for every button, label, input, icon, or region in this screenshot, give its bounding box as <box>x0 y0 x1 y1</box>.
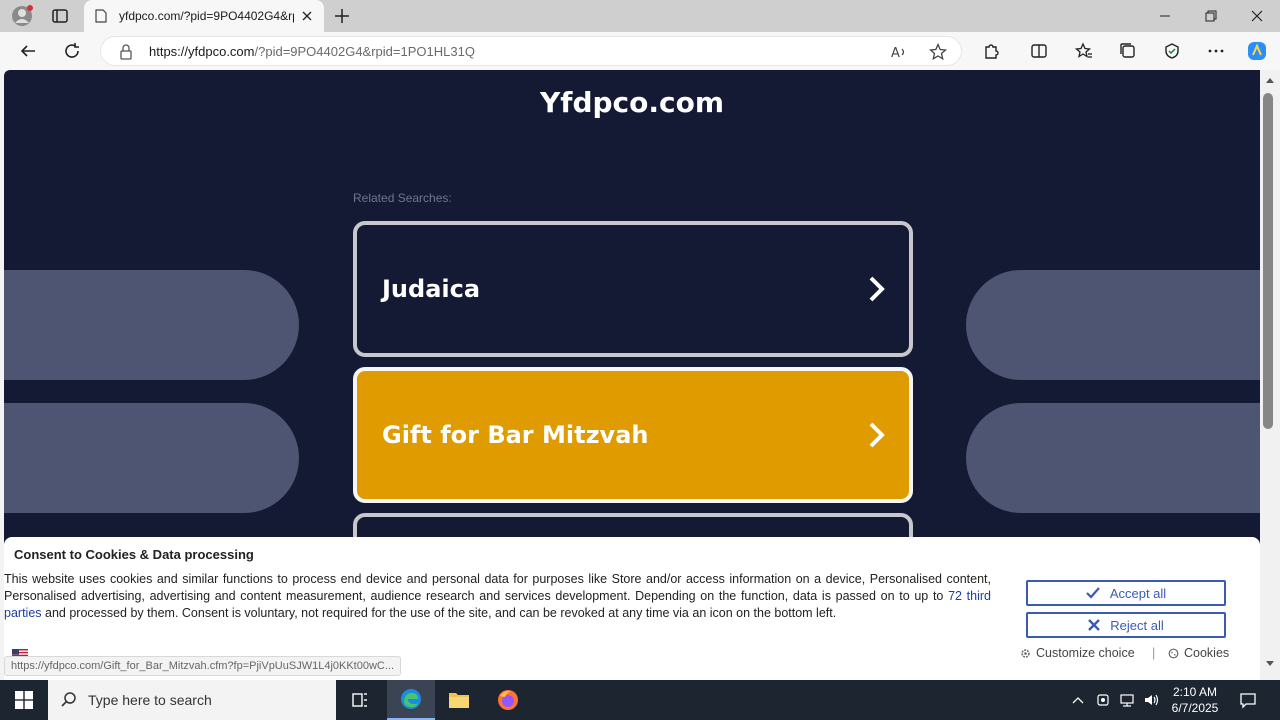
reject-all-label: Reject all <box>1110 617 1164 633</box>
clock-date: 6/7/2025 <box>1171 701 1219 715</box>
more-options-icon[interactable] <box>1205 40 1227 62</box>
site-title: Yfdpco.com <box>539 86 725 119</box>
favorite-star-icon[interactable] <box>927 41 949 63</box>
network-icon[interactable] <box>1117 690 1137 710</box>
lock-icon[interactable] <box>119 44 133 60</box>
chevron-right-icon <box>867 421 887 449</box>
search-icon <box>60 691 78 709</box>
scrollbar-thumb[interactable] <box>1263 93 1273 429</box>
collections-icon[interactable] <box>1117 40 1139 62</box>
system-clock[interactable]: 2:10 AM 6/7/2025 <box>1162 684 1228 716</box>
customize-choice-link[interactable]: Customize choice <box>1020 646 1135 660</box>
browser-essentials-icon[interactable] <box>1161 40 1183 62</box>
windows-taskbar: Type here to search 2:10 AM 6/7/2025 <box>0 680 1280 720</box>
extensions-icon[interactable] <box>980 40 1002 62</box>
tab-actions-icon[interactable] <box>50 6 70 26</box>
url-path: /?pid=9PO4402G4&rpid=1PO1HL31Q <box>254 44 475 59</box>
notifications-icon[interactable] <box>1238 690 1258 710</box>
chevron-right-icon <box>867 275 887 303</box>
svg-text:A: A <box>891 46 900 61</box>
new-tab-icon[interactable] <box>332 6 352 26</box>
task-view-icon[interactable] <box>336 680 384 720</box>
checkmark-icon <box>1086 587 1100 599</box>
cookie-text-part: This website uses cookies and similar fu… <box>4 572 991 603</box>
cookie-icon <box>1168 648 1179 658</box>
copilot-icon[interactable] <box>1246 40 1268 62</box>
decorative-pill <box>4 270 299 380</box>
read-aloud-icon[interactable]: A <box>888 41 910 63</box>
accept-all-label: Accept all <box>1109 585 1167 601</box>
cookie-text-part: and processed by them. Consent is volunt… <box>41 606 837 620</box>
windows-logo-icon <box>15 691 33 709</box>
decorative-pill <box>4 403 299 513</box>
favorites-icon[interactable] <box>1073 40 1095 62</box>
browser-titlebar: yfdpco.com/?pid=9PO4402G4&rpid=1PO1HL31Q <box>0 0 1280 32</box>
related-search-judaica[interactable]: Judaica <box>353 221 913 357</box>
decorative-pill <box>966 270 1260 380</box>
taskbar-search-box[interactable]: Type here to search <box>48 680 336 720</box>
close-window-icon[interactable] <box>1234 0 1280 32</box>
x-icon <box>1088 619 1101 631</box>
cookies-label: Cookies <box>1184 646 1230 660</box>
close-tab-icon[interactable] <box>300 9 314 23</box>
profile-avatar-icon[interactable] <box>11 5 33 27</box>
restore-icon[interactable] <box>1188 0 1234 32</box>
tab-title: yfdpco.com/?pid=9PO4402G4&rpid=1PO1HL31Q <box>119 9 294 23</box>
related-search-gift-bar-mitzvah[interactable]: Gift for Bar Mitzvah <box>353 367 913 503</box>
minimize-icon[interactable] <box>1142 0 1188 32</box>
gear-icon <box>1021 648 1030 658</box>
browser-tab-active[interactable]: yfdpco.com/?pid=9PO4402G4&rpid=1PO1HL31Q <box>84 0 324 32</box>
address-bar[interactable]: https://yfdpco.com/?pid=9PO4402G4&rpid=1… <box>100 36 962 66</box>
firefox-icon[interactable] <box>484 680 532 720</box>
cookie-title: Consent to Cookies & Data processing <box>14 547 254 562</box>
flag-icon[interactable] <box>12 646 28 659</box>
link-separator: | <box>1152 646 1156 660</box>
split-screen-icon[interactable] <box>1028 40 1050 62</box>
file-explorer-icon[interactable] <box>435 680 483 720</box>
page-icon <box>95 9 107 23</box>
accept-all-button[interactable]: Accept all <box>1026 580 1226 606</box>
start-button[interactable] <box>0 680 48 720</box>
volume-icon[interactable] <box>1141 690 1161 710</box>
browser-toolbar: https://yfdpco.com/?pid=9PO4402G4&rpid=1… <box>0 32 1280 70</box>
edge-browser-icon[interactable] <box>387 680 435 720</box>
customize-choice-label: Customize choice <box>1036 646 1135 660</box>
result-label: Gift for Bar Mitzvah <box>382 421 649 449</box>
clock-time: 2:10 AM <box>1172 685 1218 699</box>
refresh-icon[interactable] <box>61 40 83 62</box>
cookies-link[interactable]: Cookies <box>1168 646 1229 660</box>
result-label: Judaica <box>382 275 481 303</box>
show-hidden-icons-icon[interactable] <box>1068 690 1088 710</box>
back-icon[interactable] <box>17 40 39 62</box>
status-bar-url: https://yfdpco.com/Gift_for_Bar_Mitzvah.… <box>4 656 402 676</box>
url-text[interactable]: https://yfdpco.com/?pid=9PO4402G4&rpid=1… <box>149 44 475 59</box>
decorative-pill <box>966 403 1260 513</box>
cookie-description: This website uses cookies and similar fu… <box>4 571 991 622</box>
security-icon[interactable] <box>1093 690 1113 710</box>
url-domain: https://yfdpco.com <box>149 44 255 59</box>
search-placeholder: Type here to search <box>88 692 212 708</box>
related-searches-label: Related Searches: <box>353 191 452 205</box>
reject-all-button[interactable]: Reject all <box>1026 612 1226 638</box>
